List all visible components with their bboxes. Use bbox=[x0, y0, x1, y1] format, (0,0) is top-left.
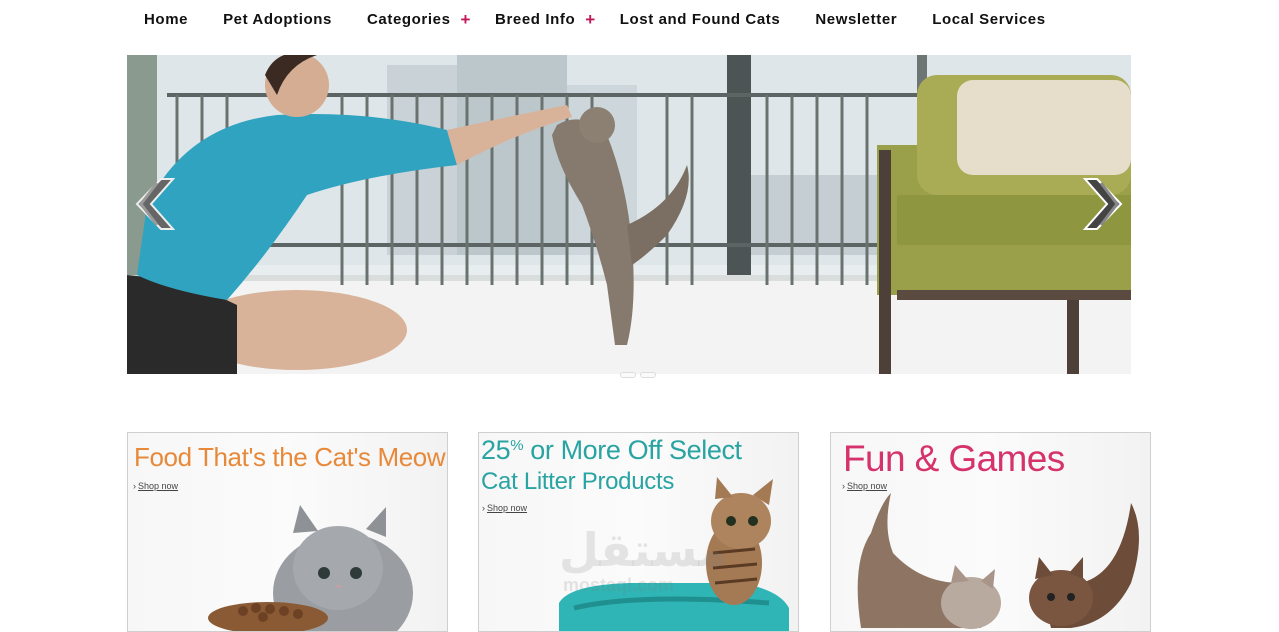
card-title-rest: or More Off Select bbox=[523, 435, 742, 465]
chevron-right-icon bbox=[1083, 178, 1123, 230]
promo-card-games[interactable]: Fun & Games › Shop now bbox=[830, 432, 1151, 632]
slider-dot-1[interactable] bbox=[620, 372, 636, 378]
hero-slide-image bbox=[127, 55, 1131, 374]
nav-item-label: Newsletter bbox=[815, 10, 898, 28]
discount-percent: % bbox=[510, 437, 524, 454]
card-title: Food That's the Cat's Meow bbox=[134, 442, 446, 472]
nav-item-pet-adoptions[interactable]: Pet Adoptions bbox=[223, 11, 332, 28]
shop-now-link[interactable]: › Shop now bbox=[133, 481, 178, 491]
shop-now-link[interactable]: › Shop now bbox=[482, 503, 527, 513]
shop-now-label: Shop now bbox=[847, 481, 888, 491]
slider-next-button[interactable] bbox=[1083, 175, 1131, 233]
card-title: 25% or More Off Select bbox=[481, 435, 742, 466]
nav-item-home[interactable]: Home bbox=[144, 11, 188, 28]
discount-number: 25 bbox=[481, 435, 511, 465]
nav-item-label: Categories bbox=[366, 10, 451, 28]
slider-prev-button[interactable] bbox=[127, 175, 175, 233]
hero-slider bbox=[127, 55, 1131, 374]
nav-item-label: Local Services bbox=[932, 10, 1046, 28]
shop-now-label: Shop now bbox=[487, 503, 528, 513]
nav-item-label: Lost and Found Cats bbox=[619, 10, 781, 28]
nav-item-breed-info[interactable]: Breed Info + bbox=[495, 11, 596, 28]
caret-right-icon: › bbox=[133, 481, 136, 491]
submenu-plus-icon[interactable]: + bbox=[585, 11, 596, 28]
watermark-arabic: مستقل bbox=[559, 523, 728, 577]
nav-item-label: Home bbox=[144, 10, 189, 28]
nav-item-local-services[interactable]: Local Services bbox=[932, 11, 1045, 28]
nav-item-newsletter[interactable]: Newsletter bbox=[815, 11, 897, 28]
nav-item-label: Breed Info bbox=[495, 10, 576, 28]
submenu-plus-icon[interactable]: + bbox=[461, 11, 472, 28]
caret-right-icon: › bbox=[482, 503, 485, 513]
shop-now-label: Shop now bbox=[138, 481, 179, 491]
watermark-latin: mostaql.com bbox=[563, 575, 675, 595]
shop-now-link[interactable]: › Shop now bbox=[842, 481, 887, 491]
nav-item-lost-and-found[interactable]: Lost and Found Cats bbox=[620, 11, 781, 28]
card-title: Fun & Games bbox=[843, 438, 1065, 479]
main-nav: Home Pet Adoptions Categories + Breed In… bbox=[144, 0, 1046, 38]
promo-card-litter[interactable]: 25% or More Off Select Cat Litter Produc… bbox=[478, 432, 799, 632]
nav-item-label: Pet Adoptions bbox=[223, 10, 332, 28]
card-subtitle: Cat Litter Products bbox=[481, 468, 675, 495]
chevron-left-icon bbox=[135, 178, 175, 230]
promo-card-food[interactable]: Food That's the Cat's Meow › Shop now bbox=[127, 432, 448, 632]
slider-dot-2[interactable] bbox=[640, 372, 656, 378]
caret-right-icon: › bbox=[842, 481, 845, 491]
slider-pager bbox=[620, 372, 656, 380]
nav-item-categories[interactable]: Categories + bbox=[367, 11, 471, 28]
